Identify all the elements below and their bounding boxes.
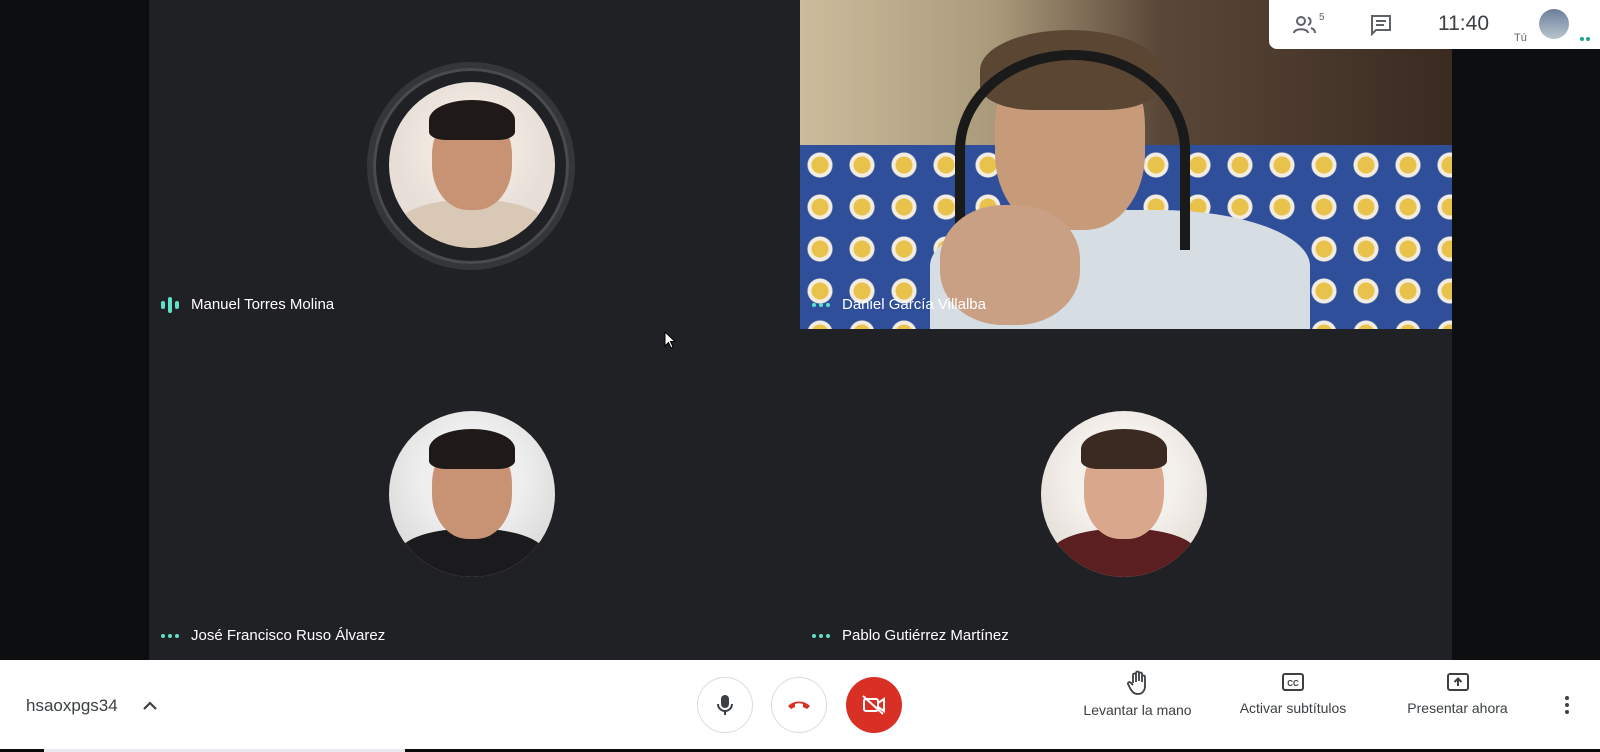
participant-name: Pablo Gutiérrez Martínez: [842, 627, 1009, 644]
end-call-icon: [788, 701, 810, 709]
participant-name: José Francisco Ruso Álvarez: [191, 627, 386, 644]
participant-name-row: Manuel Torres Molina: [161, 296, 334, 313]
participant-tile[interactable]: Manuel Torres Molina: [149, 0, 800, 329]
participant-tile[interactable]: Daniel García Villalba: [800, 0, 1452, 329]
participant-name: Daniel García Villalba: [842, 296, 986, 313]
self-label: Tú: [1514, 32, 1527, 44]
chat-icon[interactable]: [1367, 11, 1395, 39]
audio-dots-icon: [161, 633, 179, 638]
speaking-indicator-icon: [161, 296, 179, 313]
cc-icon: CC: [1282, 673, 1304, 691]
svg-text:CC: CC: [1287, 679, 1299, 688]
raise-hand-label: Levantar la mano: [1083, 702, 1192, 718]
participant-name-row: Pablo Gutiérrez Martínez: [812, 627, 1009, 644]
people-icon[interactable]: [1291, 11, 1319, 39]
mic-icon: [717, 695, 733, 715]
more-vert-icon[interactable]: [1560, 690, 1574, 720]
participant-tile[interactable]: Pablo Gutiérrez Martínez: [800, 329, 1452, 660]
people-count: 5: [1319, 12, 1325, 23]
audio-dots-icon: [812, 633, 830, 638]
camera-toggle-button[interactable]: [846, 677, 902, 733]
present-now-button[interactable]: Presentar ahora: [1405, 670, 1510, 716]
camera-off-icon: [862, 695, 885, 715]
participant-tile[interactable]: José Francisco Ruso Álvarez: [149, 329, 800, 660]
chevron-up-icon[interactable]: [141, 697, 159, 715]
meeting-info-panel: 5 11:40 Tú: [1269, 0, 1600, 49]
avatar[interactable]: [1539, 9, 1569, 39]
end-call-button[interactable]: [771, 677, 827, 733]
participant-grid: Manuel Torres Molina Daniel García Villa…: [149, 0, 1452, 660]
hand-icon: [1126, 670, 1146, 695]
audio-dots-icon: [812, 302, 830, 307]
avatar: [1041, 411, 1207, 577]
present-label: Presentar ahora: [1407, 700, 1508, 716]
video-feed: [800, 0, 1452, 329]
control-bar: hsaoxpgs34 Levantar la mano CC Activar s…: [0, 660, 1600, 749]
meeting-stage: Manuel Torres Molina Daniel García Villa…: [0, 0, 1600, 660]
captions-button[interactable]: CC Activar subtítulos: [1233, 670, 1353, 716]
present-icon: [1446, 673, 1469, 691]
mouse-cursor-icon: [664, 331, 676, 349]
raise-hand-button[interactable]: Levantar la mano: [1080, 670, 1195, 718]
captions-label: Activar subtítulos: [1239, 700, 1347, 716]
clock: 11:40: [1438, 12, 1489, 35]
audio-dots-icon: [1580, 37, 1590, 41]
participant-name: Manuel Torres Molina: [191, 296, 335, 313]
meeting-code[interactable]: hsaoxpgs34: [26, 696, 118, 716]
avatar: [389, 82, 555, 248]
mic-button[interactable]: [697, 677, 753, 733]
avatar: [389, 411, 555, 577]
participant-name-row: Daniel García Villalba: [812, 296, 986, 313]
participant-name-row: José Francisco Ruso Álvarez: [161, 627, 385, 644]
